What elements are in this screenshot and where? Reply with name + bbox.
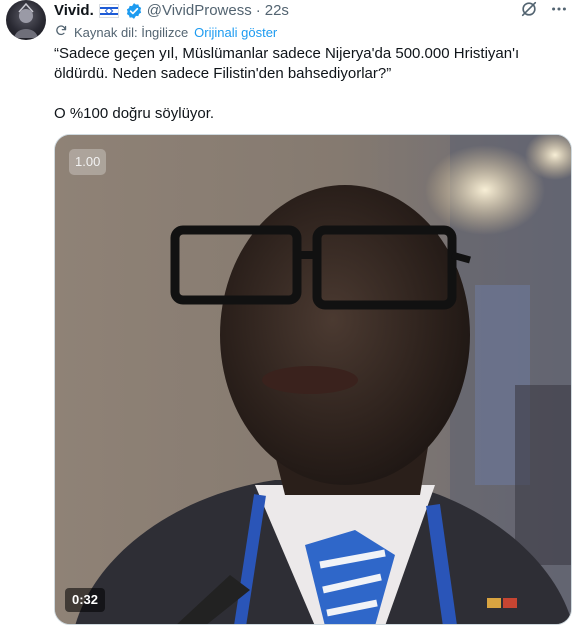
video-player[interactable]: 1.00 0:32 [54, 134, 572, 625]
tweet-paragraph: “Sadece geçen yıl, Müslümanlar sadece Ni… [54, 45, 520, 82]
post-time[interactable]: 22s [265, 1, 289, 21]
translation-bar: Kaynak dil: İngilizce Orijinali göster [54, 22, 277, 42]
avatar[interactable] [6, 0, 46, 40]
header-actions [520, 0, 568, 22]
tweet-paragraph: O %100 doğru söylüyor. [54, 105, 215, 122]
playback-speed-badge[interactable]: 1.00 [69, 149, 107, 175]
translate-icon [54, 24, 68, 41]
video-frame [55, 135, 571, 624]
show-original-link[interactable]: Orijinali göster [194, 25, 277, 40]
display-name[interactable]: Vivid. [54, 1, 94, 21]
more-options-icon[interactable] [550, 0, 568, 23]
separator-dot: · [255, 2, 261, 19]
author-handle[interactable]: @VividProwess [147, 1, 252, 21]
tweet-header: Vivid. @VividProwess · 22s [54, 0, 570, 22]
grok-icon[interactable] [520, 0, 538, 23]
verified-badge-icon[interactable] [125, 2, 143, 20]
video-duration-badge: 0:32 [65, 588, 106, 612]
translation-source-label: Kaynak dil: İngilizce [74, 24, 189, 40]
tweet-text: “Sadece geçen yıl, Müslümanlar sadece Ni… [54, 44, 564, 124]
israel-flag-icon [98, 4, 119, 18]
